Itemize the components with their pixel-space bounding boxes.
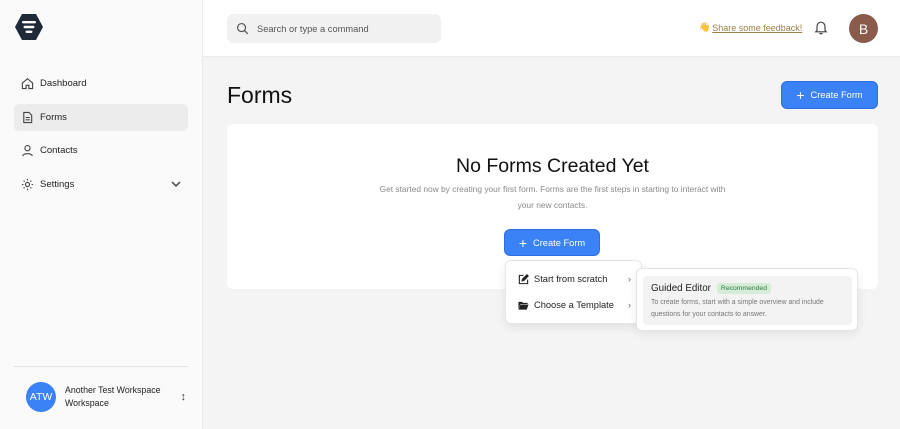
bell-icon[interactable] [814, 20, 828, 35]
sidebar-nav: Dashboard Forms Contacts Settings [14, 70, 188, 204]
empty-state-description: Get started now by creating your first f… [379, 184, 726, 210]
document-icon [21, 111, 34, 124]
guided-editor-header: Guided Editor Recommended [651, 283, 852, 294]
create-form-label: Create Form [533, 237, 586, 248]
menu-item-label: Choose a Template [534, 300, 614, 310]
sidebar-item-label: Dashboard [40, 78, 87, 89]
empty-create-form-button[interactable]: + Create Form [504, 229, 600, 256]
guided-editor-option[interactable]: Guided Editor Recommended To create form… [643, 276, 852, 325]
search-box[interactable] [227, 14, 441, 43]
recommended-badge: Recommended [716, 283, 771, 294]
plus-icon: + [796, 87, 805, 103]
chevron-right-icon: › [628, 300, 631, 310]
feedback-link[interactable]: 👋 Share some feedback! [699, 22, 802, 33]
chevron-right-icon: › [628, 274, 631, 284]
create-form-button[interactable]: + Create Form [781, 81, 878, 109]
folder-icon [518, 301, 529, 310]
sidebar-item-dashboard[interactable]: Dashboard [14, 70, 188, 97]
search-input[interactable] [257, 23, 427, 34]
wave-icon: 👋 [699, 22, 711, 32]
menu-item-choose-template[interactable]: Choose a Template › [506, 292, 641, 318]
create-form-menu: Start from scratch › Choose a Template › [505, 260, 642, 324]
edit-icon [518, 273, 529, 284]
home-icon [21, 77, 34, 90]
menu-item-label: Start from scratch [534, 274, 608, 284]
topbar: 👋 Share some feedback! B [203, 0, 900, 57]
template-submenu: Guided Editor Recommended To create form… [636, 268, 858, 331]
user-icon [21, 144, 34, 157]
workspace-type: Workspace [65, 398, 109, 408]
search-icon [236, 22, 249, 35]
sidebar-item-forms[interactable]: Forms [14, 103, 188, 131]
user-avatar[interactable]: B [849, 14, 878, 43]
sidebar-item-label: Forms [40, 111, 67, 123]
switch-arrows-icon: ↕ [180, 391, 187, 403]
chevron-down-icon[interactable] [170, 178, 182, 190]
menu-item-start-from-scratch[interactable]: Start from scratch › [506, 266, 641, 292]
sidebar-item-label: Contacts [40, 145, 78, 156]
workspace-switcher[interactable]: ATW Another Test Workspace Workspace ↕ [26, 381, 186, 413]
app-logo[interactable] [14, 12, 44, 42]
sidebar-item-label: Settings [40, 178, 75, 190]
sidebar-item-settings[interactable]: Settings [14, 171, 188, 198]
workspace-info: Another Test Workspace Workspace [65, 384, 161, 410]
feedback-label: Share some feedback! [712, 22, 803, 33]
workspace-name: Another Test Workspace [65, 385, 161, 395]
sidebar: Dashboard Forms Contacts Settings ATW An… [0, 0, 203, 429]
sidebar-divider [14, 366, 188, 367]
gear-icon [21, 178, 34, 191]
plus-icon: + [518, 234, 527, 251]
sidebar-item-contacts[interactable]: Contacts [14, 137, 188, 164]
guided-editor-description: To create forms, start with a simple ove… [651, 299, 824, 318]
empty-state-title: No Forms Created Yet [456, 155, 649, 177]
guided-editor-title: Guided Editor [651, 283, 711, 294]
page-title: Forms [227, 82, 293, 108]
workspace-avatar: ATW [26, 382, 56, 412]
create-form-label: Create Form [810, 90, 863, 100]
